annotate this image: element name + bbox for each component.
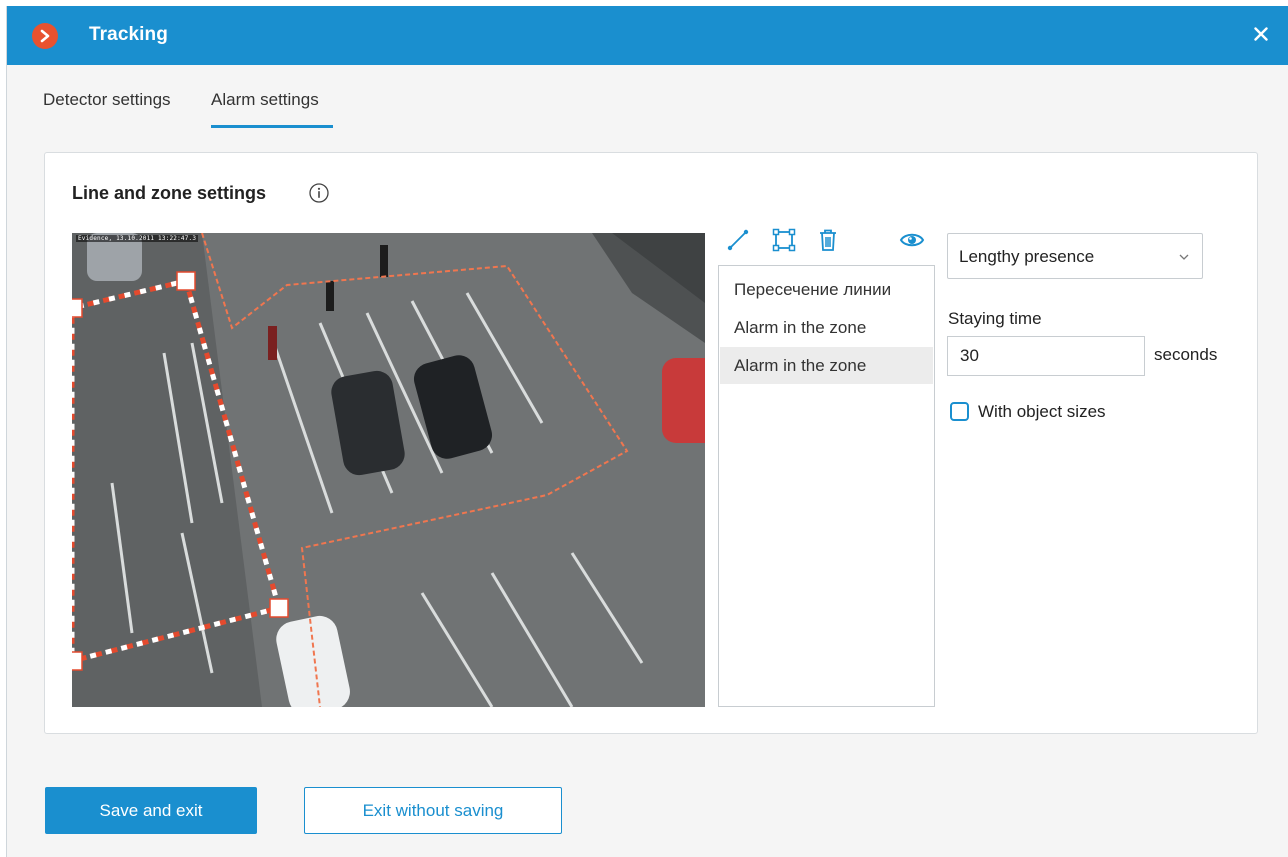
detector-list: Пересечение линии Alarm in the zone Alar… [718,265,935,707]
chevron-right-icon [32,23,58,49]
draw-line-icon[interactable] [725,227,751,253]
panel-title: Line and zone settings [72,183,267,203]
camera-preview[interactable]: Evidence, 13.10.2011 13:22:47.3 [72,233,705,707]
video-timestamp: Evidence, 13.10.2011 13:22:47.3 [76,235,199,242]
list-item[interactable]: Пересечение линии [720,271,933,308]
tab-alarm-settings[interactable]: Alarm settings [211,90,333,130]
close-button[interactable] [1249,22,1273,46]
chevron-down-icon [1179,254,1189,260]
delete-icon[interactable] [815,227,841,253]
staying-time-input[interactable] [947,336,1145,376]
seconds-unit-label: seconds [1154,345,1218,364]
camera-frame [72,233,705,707]
info-icon[interactable] [308,182,330,204]
draw-zone-icon[interactable] [771,227,797,253]
line-zone-settings-panel: Line and zone settings Evidence, 13.10.2… [44,152,1258,734]
save-and-exit-button[interactable]: Save and exit [45,787,257,834]
tab-detector-settings[interactable]: Detector settings [43,90,193,130]
close-icon [1254,27,1268,41]
alarm-type-select[interactable]: Lengthy presence [947,233,1203,279]
object-sizes-checkbox[interactable] [950,402,969,421]
object-sizes-label[interactable]: With object sizes [978,402,1106,422]
alarm-type-value: Lengthy presence [959,247,1095,266]
title-bar: Tracking [7,6,1288,65]
staying-time-label: Staying time [948,309,1042,328]
exit-without-saving-button[interactable]: Exit without saving [304,787,562,834]
tracking-dialog: Tracking Detector settings Alarm setting… [6,6,1288,857]
list-item-selected[interactable]: Alarm in the zone [720,347,933,384]
list-item[interactable]: Alarm in the zone [720,309,933,346]
visibility-eye-icon[interactable] [899,227,925,253]
dialog-title: Tracking [89,24,168,45]
